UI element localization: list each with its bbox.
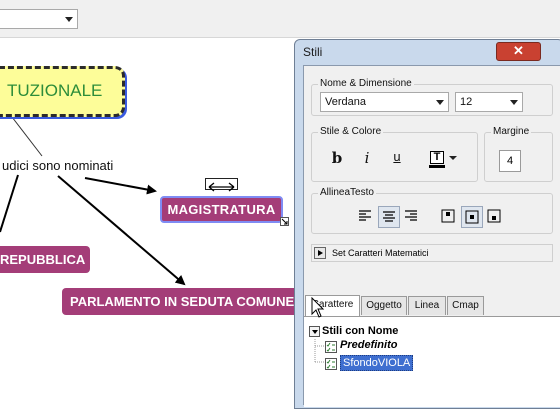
align-right-icon [405, 210, 417, 221]
align-center-icon [383, 211, 395, 222]
node-parlamento[interactable]: PARLAMENTO IN SEDUTA COMUNE [62, 288, 300, 315]
tab-oggetto[interactable]: Oggetto [361, 296, 407, 315]
named-styles-list: Stili con Nome Predefinito SfondoVIOLA [304, 316, 560, 407]
margin-group: Margine 4 [484, 126, 553, 182]
margin-group-label: Margine [491, 126, 532, 137]
node-repubblica[interactable]: REPUBBLICA [0, 246, 90, 273]
valign-bottom-icon [487, 209, 501, 223]
chevron-down-icon[interactable] [510, 100, 518, 105]
color-swatch [429, 165, 445, 168]
underline-button[interactable]: u [385, 145, 409, 169]
style-sfondoviola: SfondoVIOLA [340, 355, 414, 371]
chevron-down-icon[interactable] [449, 156, 457, 160]
panel-title: Stili [303, 45, 323, 59]
font-size-value: 12 [460, 96, 473, 108]
connector-label-repubblica [0, 174, 19, 233]
resize-icon [281, 218, 288, 225]
styles-panel: Stili ✕ Nome & Dimensione Verdana 12 Sti… [294, 39, 560, 409]
connector-label-magistratura [84, 177, 157, 195]
math-chars-button[interactable]: Set Caratteri Matematici [311, 244, 553, 262]
panel-body: Nome & Dimensione Verdana 12 Stile & Col… [303, 65, 560, 407]
align-right-button[interactable] [401, 206, 423, 228]
align-left-icon [359, 210, 371, 221]
style-predefinito: Predefinito [340, 339, 398, 351]
valign-middle-icon [465, 210, 479, 224]
chevron-down-icon[interactable] [436, 100, 444, 105]
node-magistratura[interactable]: MAGISTRATURA [160, 196, 283, 223]
font-group-label: Nome & Dimensione [318, 78, 414, 89]
drag-handle[interactable] [205, 178, 238, 192]
style-color-group: Stile & Colore b i u T [311, 126, 478, 182]
mouse-cursor-icon [311, 297, 325, 318]
font-family-select[interactable]: Verdana [320, 92, 449, 112]
play-icon [314, 247, 326, 259]
valign-top-icon [441, 209, 455, 223]
align-left-button[interactable] [355, 206, 377, 228]
double-arrow-icon [208, 182, 235, 192]
tab-cmap[interactable]: Cmap [447, 296, 484, 315]
connector-title-label [11, 116, 43, 157]
bold-button[interactable]: b [325, 146, 349, 170]
style-checklist-icon [325, 357, 337, 370]
map-title-node[interactable]: TUZIONALE [0, 66, 125, 117]
style-checklist-icon [325, 340, 337, 353]
align-center-button[interactable] [378, 206, 400, 228]
align-group-label: AllineaTesto [318, 187, 376, 198]
text-color-icon: T [430, 151, 444, 164]
link-label[interactable]: udici sono nominati [0, 158, 116, 173]
style-group-label: Stile & Colore [318, 126, 384, 137]
tab-linea[interactable]: Linea [408, 296, 446, 315]
font-size-select[interactable]: 12 [455, 92, 523, 112]
valign-middle-button[interactable] [461, 206, 483, 228]
font-family-value: Verdana [325, 96, 366, 108]
align-group: AllineaTesto [311, 187, 553, 234]
close-button[interactable]: ✕ [496, 42, 541, 61]
font-group: Nome & Dimensione Verdana 12 [311, 78, 553, 116]
valign-top-button[interactable] [438, 206, 460, 228]
panel-tabs: Carattere Oggetto Linea Cmap [304, 295, 560, 316]
math-chars-label: Set Caratteri Matematici [332, 248, 429, 258]
text-color-button[interactable]: T [427, 150, 463, 168]
tree-lines [314, 339, 325, 363]
resize-handle[interactable] [280, 217, 289, 226]
italic-button[interactable]: i [355, 146, 379, 170]
margin-input[interactable]: 4 [499, 150, 521, 172]
valign-bottom-button[interactable] [484, 206, 506, 228]
